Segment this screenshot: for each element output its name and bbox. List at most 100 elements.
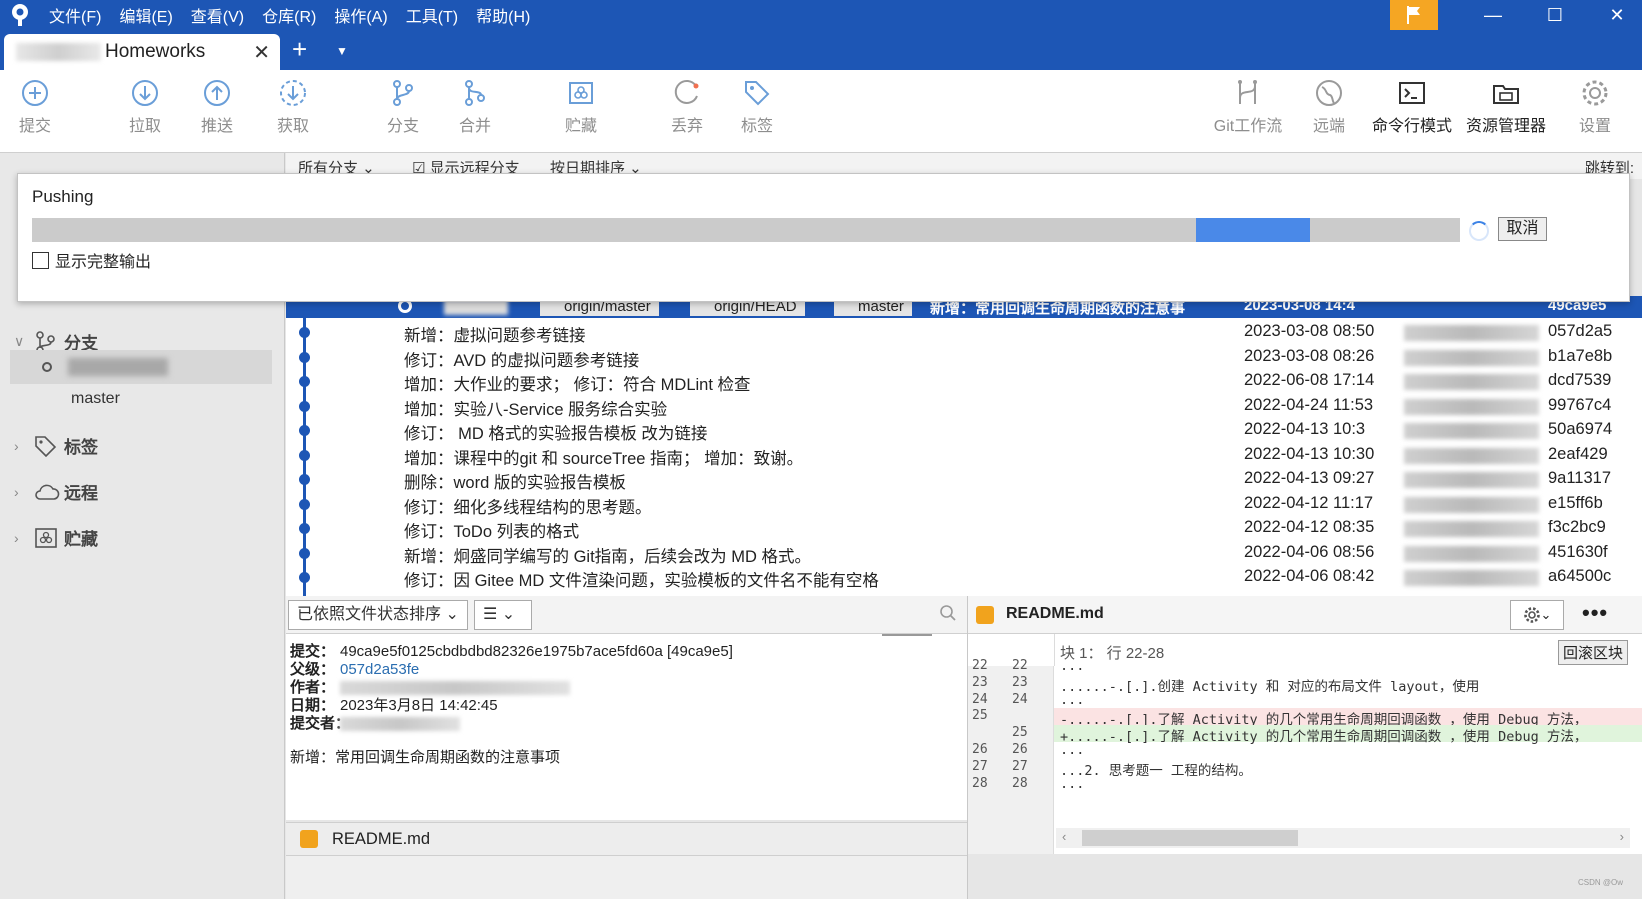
- new-line-number: 24: [1012, 691, 1028, 707]
- diff-horizontal-scrollbar[interactable]: ‹ ›: [1056, 828, 1630, 848]
- commit-date: 2022-06-08 17:14: [1244, 371, 1375, 389]
- menu-repository[interactable]: 仓库(R): [253, 3, 325, 27]
- diff-options-dropdown[interactable]: ⌄: [1510, 600, 1564, 630]
- file-sort-dropdown[interactable]: 已依照文件状态排序 ⌄: [288, 600, 468, 630]
- commit-row[interactable]: 增加：大作业的要求； 修订：符合 MDLint 检查 2022-06-08 17:…: [286, 369, 1642, 395]
- diff-line-text: +.....-.[.].了解 Activity 的几个常用生命周期回调函数 ，使…: [1060, 729, 1588, 746]
- commit-message: 修订：因 Gitee MD 文件渲染问题，实验模板的文件名不能有空格: [404, 572, 879, 590]
- git-flow-icon: [1238, 80, 1257, 104]
- old-line-number: 26: [972, 742, 988, 757]
- commit-row[interactable]: 修订：ToDo 列表的格式 2022-04-12 08:35 f3c2bc9: [286, 516, 1642, 542]
- commit-row[interactable]: 修订：细化多线程结构的思考题。 2022-04-12 11:17 e15ff6b: [286, 492, 1642, 518]
- sidebar-branch-item[interactable]: [10, 350, 272, 384]
- menu-tools[interactable]: 工具(T): [397, 3, 467, 27]
- commit-hash: 9a11317: [1548, 469, 1612, 487]
- tag-button[interactable]: 标签: [722, 78, 792, 136]
- new-tab-button[interactable]: +: [292, 34, 307, 65]
- commit-hash: 2eaf429: [1548, 444, 1608, 463]
- commit-row[interactable]: 删除：word 版的实验报告模板 2022-04-13 09:27 9a11317: [286, 467, 1642, 493]
- notification-flag-button[interactable]: [1390, 0, 1438, 30]
- commit-hash: b1a7e8b: [1548, 346, 1613, 365]
- changed-file-row[interactable]: README.md: [286, 822, 967, 856]
- chevron-right-icon: ›: [14, 529, 19, 546]
- gear-icon: [1523, 607, 1540, 623]
- panel-divider[interactable]: [967, 596, 968, 899]
- commit-button[interactable]: 提交: [0, 78, 70, 136]
- redacted-author: [1404, 398, 1539, 415]
- commit-row[interactable]: 修订： MD 格式的实验报告模板 改为链接 2022-04-13 10:3 50a6…: [286, 418, 1642, 444]
- cancel-button[interactable]: 取消: [1498, 217, 1547, 241]
- menu-file[interactable]: 文件(F): [40, 3, 110, 27]
- commit-row[interactable]: 修订：AVD 的虚拟问题参考链接 2023-03-08 08:26 b1a7e8b: [286, 345, 1642, 371]
- remote-button[interactable]: 远端: [1294, 78, 1364, 136]
- branch-button[interactable]: 分支: [368, 78, 438, 136]
- commit-hash: 50a6974: [1548, 420, 1613, 438]
- commit-message: 修订： MD 格式的实验报告模板 改为链接: [404, 425, 708, 443]
- menu-help[interactable]: 帮助(H): [467, 3, 539, 27]
- tab-close-icon[interactable]: ✕: [253, 40, 270, 65]
- menu-view[interactable]: 查看(V): [182, 3, 253, 27]
- commit-hash: 99767c4: [1548, 395, 1612, 414]
- tab-homeworks[interactable]: Homeworks ✕: [4, 34, 280, 70]
- commit-date: 2022-04-13 09:27: [1244, 469, 1375, 487]
- sidebar-tags-header[interactable]: › 标签: [14, 433, 98, 458]
- commit-row[interactable]: 新增：炯盛同学编写的 Git指南，后续会改为 MD 格式。 2022-04-06 …: [286, 541, 1642, 567]
- commit-row[interactable]: 增加：实验八-Service 服务综合实验 2022-04-24 11:53 997…: [286, 394, 1642, 420]
- discard-button[interactable]: 丢弃: [652, 78, 722, 136]
- more-options-icon[interactable]: •••: [1582, 600, 1608, 626]
- changed-file-name: README.md: [332, 829, 431, 848]
- redacted-author: [1404, 325, 1539, 341]
- tab-title: Homeworks: [105, 41, 206, 62]
- sourcetree-logo-icon[interactable]: [0, 0, 40, 30]
- file-view-dropdown[interactable]: ☰ ⌄: [474, 600, 532, 630]
- maximize-button[interactable]: ☐: [1530, 0, 1580, 30]
- menu-actions[interactable]: 操作(A): [325, 3, 396, 27]
- show-full-output-checkbox[interactable]: 显示完整输出: [32, 248, 151, 272]
- close-window-button[interactable]: ✕: [1592, 0, 1642, 30]
- diff-line-text: ......-.[.].创建 Activity 和 对应的布局文件 layout…: [1060, 678, 1480, 695]
- minimize-button[interactable]: —: [1468, 0, 1518, 30]
- push-button[interactable]: 推送: [182, 78, 252, 136]
- progress-fill: [1195, 218, 1311, 242]
- current-branch-icon: [42, 362, 52, 372]
- checkbox-icon[interactable]: [32, 251, 49, 269]
- pull-button[interactable]: 拉取: [110, 78, 180, 136]
- tab-list-dropdown[interactable]: ▼: [336, 44, 348, 58]
- search-icon[interactable]: [939, 604, 957, 626]
- loading-spinner-icon: [1469, 221, 1489, 241]
- modified-file-icon: [976, 606, 994, 624]
- dialog-title: Pushing: [32, 187, 94, 206]
- sidebar-stashes-header[interactable]: › 贮藏: [14, 525, 98, 550]
- redacted-committer: [340, 717, 460, 732]
- commit-date: 2023-03-08 08:50: [1244, 322, 1375, 340]
- scrollbar-thumb[interactable]: [1082, 830, 1298, 846]
- explorer-button[interactable]: 资源管理器: [1460, 78, 1552, 136]
- scroll-right-icon[interactable]: ›: [1620, 829, 1624, 844]
- diff-line-text: ...2. 思考题一 工程的结构。: [1060, 762, 1252, 779]
- fetch-button[interactable]: 获取: [258, 78, 328, 136]
- settings-button[interactable]: 设置: [1560, 78, 1630, 136]
- push-icon: [204, 80, 230, 106]
- sidebar-branch-master[interactable]: master: [71, 390, 120, 408]
- merge-button[interactable]: 合并: [440, 78, 510, 136]
- commit-row[interactable]: 增加：课程中的git 和 sourceTree 指南； 增加：致谢。 2022-0…: [286, 443, 1642, 469]
- tag-icon: [34, 435, 64, 457]
- commit-row[interactable]: 修订：因 Gitee MD 文件渲染问题，实验模板的文件名不能有空格 2022-0…: [286, 565, 1642, 591]
- folder-icon: [1493, 85, 1519, 104]
- push-progress-bar: [32, 218, 1460, 242]
- stash-button[interactable]: 贮藏: [546, 78, 616, 136]
- cloud-icon: [34, 482, 64, 502]
- gear-icon: [1582, 80, 1608, 106]
- discard-icon: [674, 79, 699, 104]
- scroll-indicator: [882, 634, 932, 636]
- scroll-left-icon[interactable]: ‹: [1062, 829, 1066, 844]
- sidebar-remotes-header[interactable]: › 远程: [14, 479, 98, 504]
- stash-icon: [34, 527, 64, 549]
- revert-hunk-button[interactable]: 回滚区块: [1557, 640, 1628, 665]
- commit-row[interactable]: 新增：虚拟问题参考链接 2023-03-08 08:50 057d2a5: [286, 320, 1642, 346]
- redacted-author: [1404, 521, 1539, 537]
- terminal-button[interactable]: 命令行模式: [1366, 78, 1458, 136]
- menu-edit[interactable]: 编辑(E): [110, 3, 181, 27]
- commit-hash: dcd7539: [1548, 371, 1612, 389]
- git-flow-button[interactable]: Git工作流: [1206, 78, 1290, 136]
